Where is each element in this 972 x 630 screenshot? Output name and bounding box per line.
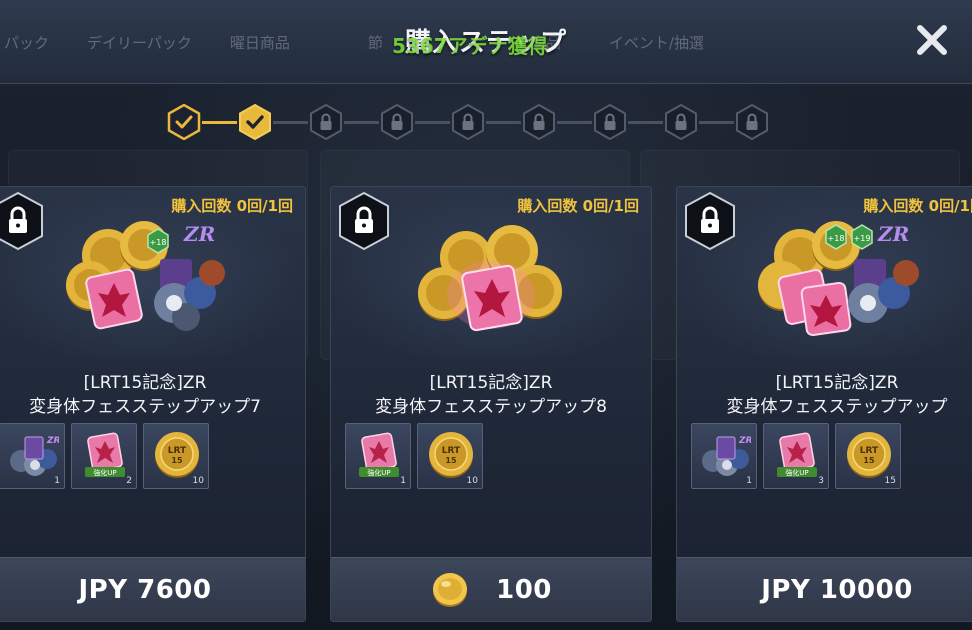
item-list: ZR 1強化UP 2LRT15 10 xyxy=(0,423,209,489)
step-connector xyxy=(557,121,592,124)
step-connector xyxy=(273,121,308,124)
svg-text:ZR: ZR xyxy=(877,222,909,246)
svg-text:LRT: LRT xyxy=(860,446,879,456)
card-title: [LRT15記念]ZR 変身体フェスステップアップ xyxy=(677,371,972,419)
card-title-line2: 変身体フェスステップアップ8 xyxy=(375,397,607,417)
bundle-art-image xyxy=(396,213,586,343)
item-qty: 2 xyxy=(126,476,132,486)
item-slot[interactable]: LRT 15 10 xyxy=(417,423,483,489)
item-qty: 10 xyxy=(466,476,478,486)
card-title-line2: 変身体フェスステップアップ7 xyxy=(29,397,261,417)
item-slot[interactable]: ZR 1 xyxy=(0,423,65,489)
item-qty: 3 xyxy=(818,476,824,486)
card-title-line1: [LRT15記念]ZR xyxy=(83,373,207,393)
card-title: [LRT15記念]ZR 変身体フェスステップアップ7 xyxy=(0,371,305,419)
buy-button[interactable]: 100 xyxy=(331,557,651,621)
svg-text:ZR: ZR xyxy=(46,436,59,446)
step-card[interactable]: 購入回数 0回/1回 +18+19ZR [LRT15記念]ZR 変身体フェスステ… xyxy=(676,186,972,622)
svg-text:強化UP: 強化UP xyxy=(93,468,116,477)
svg-text:15: 15 xyxy=(445,456,457,465)
lock-icon xyxy=(337,191,391,251)
item-slot[interactable]: LRT 15 10 xyxy=(143,423,209,489)
step-locked-icon xyxy=(450,104,486,140)
step-locked-icon xyxy=(734,104,770,140)
step-locked-icon xyxy=(521,104,557,140)
card-title-line1: [LRT15記念]ZR xyxy=(775,373,899,393)
svg-text:15: 15 xyxy=(863,456,875,465)
item-qty: 10 xyxy=(192,476,204,486)
card-title-line1: [LRT15記念]ZR xyxy=(429,373,553,393)
item-slot[interactable]: LRT 15 15 xyxy=(835,423,901,489)
modal-header: パック デイリーパック 曜日商品 節 商品 イベント/抽選 購入ステップ 536… xyxy=(0,0,972,84)
item-slot[interactable]: 強化UP 3 xyxy=(763,423,829,489)
item-slot[interactable]: 強化UP 2 xyxy=(71,423,137,489)
price-label: JPY 10000 xyxy=(761,574,913,605)
item-qty: 1 xyxy=(746,476,752,486)
card-title: [LRT15記念]ZR 変身体フェスステップアップ8 xyxy=(331,371,651,419)
step-connector xyxy=(415,121,450,124)
close-icon xyxy=(917,25,947,55)
buy-button[interactable]: JPY 10000 xyxy=(677,557,972,621)
svg-text:LRT: LRT xyxy=(442,446,461,456)
step-locked-icon xyxy=(379,104,415,140)
adena-gain-text: 5367アデナ獲得 xyxy=(392,34,548,58)
step-card[interactable]: 購入回数 0回/1回 [LRT15記念]ZR 変身体フェスステップアップ8 強化… xyxy=(330,186,652,622)
step-connector xyxy=(486,121,521,124)
step-complete-icon xyxy=(166,104,202,140)
step-locked-icon xyxy=(663,104,699,140)
buy-button[interactable]: JPY 7600 xyxy=(0,557,305,621)
svg-text:ZR: ZR xyxy=(738,436,751,446)
item-qty: 1 xyxy=(400,476,406,486)
step-connector xyxy=(202,121,237,124)
svg-text:+18: +18 xyxy=(150,238,167,247)
svg-text:LRT: LRT xyxy=(168,446,187,456)
bundle-art-image: +18 +19 ZR xyxy=(742,213,932,343)
step-connector xyxy=(699,121,734,124)
price-label: 100 xyxy=(496,574,552,605)
step-current-icon xyxy=(237,104,273,140)
price-label: JPY 7600 xyxy=(78,574,212,605)
lock-icon xyxy=(0,191,45,251)
svg-text:+18: +18 xyxy=(828,234,845,243)
svg-text:15: 15 xyxy=(171,456,183,465)
item-list: 強化UP 1 LRT 15 10 xyxy=(345,423,483,489)
step-locked-icon xyxy=(592,104,628,140)
item-slot[interactable]: ZR 1 xyxy=(691,423,757,489)
item-qty: 15 xyxy=(884,476,896,486)
step-card[interactable]: 購入回数 0回/1回 +18 ZR [LRT15記念]ZR 変身体フェスステップア… xyxy=(0,186,306,622)
bundle-art-image: +18 ZR xyxy=(50,213,240,343)
svg-text:強化UP: 強化UP xyxy=(367,468,390,477)
item-qty: 1 xyxy=(54,476,60,486)
close-button[interactable] xyxy=(906,14,958,66)
step-connector xyxy=(628,121,663,124)
step-locked-icon xyxy=(308,104,344,140)
item-slot[interactable]: 強化UP 1 xyxy=(345,423,411,489)
lock-icon xyxy=(683,191,737,251)
gold-coin-icon xyxy=(430,570,470,610)
step-connector xyxy=(344,121,379,124)
step-indicator xyxy=(166,104,774,140)
item-list: ZR 1強化UP 3LRT15 15 xyxy=(691,423,901,489)
card-title-line2: 変身体フェスステップアップ xyxy=(726,397,948,417)
svg-text:ZR: ZR xyxy=(183,222,215,246)
svg-text:+19: +19 xyxy=(854,234,871,243)
svg-text:強化UP: 強化UP xyxy=(785,468,808,477)
